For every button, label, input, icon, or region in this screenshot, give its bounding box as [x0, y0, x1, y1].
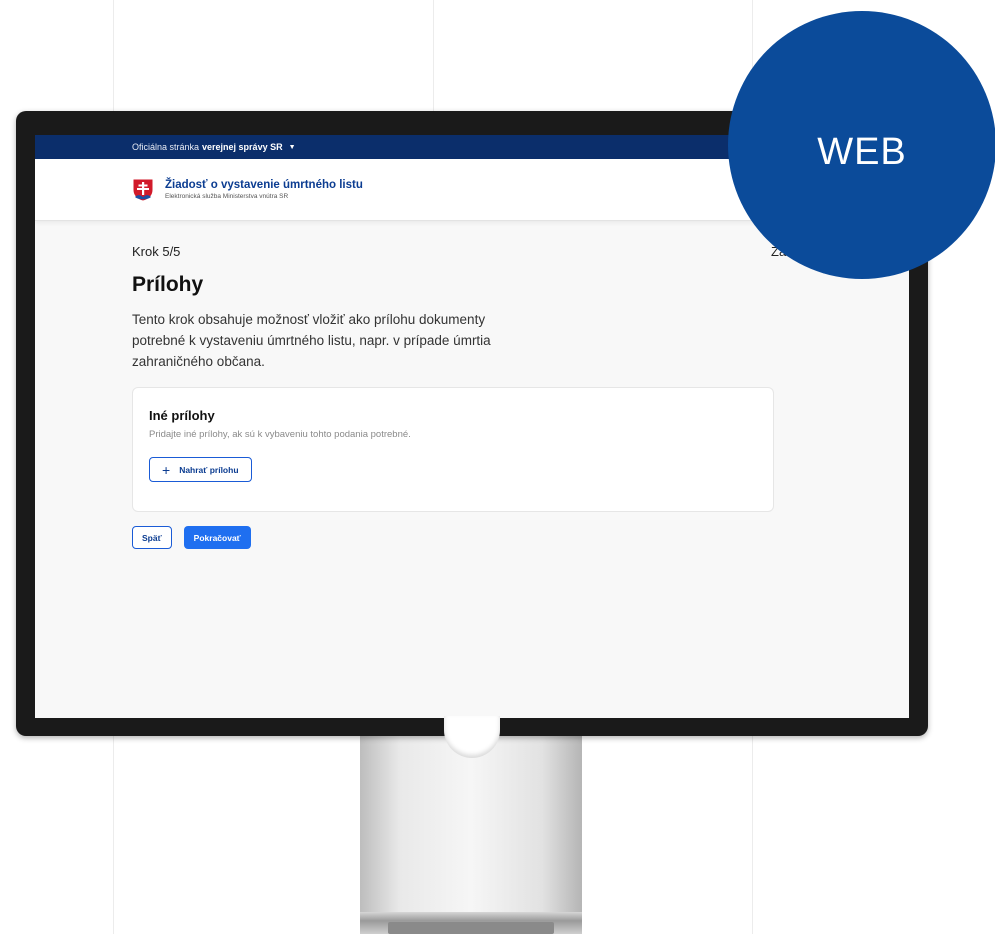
upload-attachment-button[interactable]: + Nahrať prílohu [149, 457, 252, 482]
back-button[interactable]: Späť [132, 526, 172, 549]
monitor-stand [360, 728, 582, 934]
card-description: Pridajte iné prílohy, ak sú k vybaveniu … [149, 429, 411, 440]
web-badge-label: WEB [817, 131, 907, 173]
monitor-stand-foot [388, 922, 554, 934]
continue-button[interactable]: Pokračovať [183, 526, 251, 549]
attachments-card: Iné prílohy Pridajte iné prílohy, ak sú … [132, 387, 774, 512]
slovak-crest-icon [132, 178, 154, 202]
form-actions: Späť Pokračovať [132, 526, 909, 549]
step-indicator: Krok 5/5 [132, 244, 181, 259]
web-badge: WEB [728, 11, 995, 279]
plus-icon: + [162, 461, 171, 478]
chevron-down-icon[interactable]: ▼ [289, 144, 296, 151]
page-title: Prílohy [132, 273, 204, 296]
app-title[interactable]: Žiadosť o vystavenie úmrtného listu [165, 179, 363, 191]
page-description: Tento krok obsahuje možnosť vložiť ako p… [132, 312, 491, 369]
upload-attachment-label: Nahrať prílohu [179, 464, 239, 475]
official-site-text: Oficiálna stránka [132, 142, 200, 152]
official-site-bold: verejnej správy SR [202, 142, 283, 152]
app-subtitle: Elektronická služba Ministerstva vnútra … [165, 193, 289, 200]
stage: Oficiálna stránka verejnej správy SR ▼ Ž… [0, 0, 995, 934]
main-content: Krok 5/5 Zavrieť Prílohy Tento krok obsa… [35, 221, 909, 549]
card-title: Iné prílohy [149, 408, 215, 423]
